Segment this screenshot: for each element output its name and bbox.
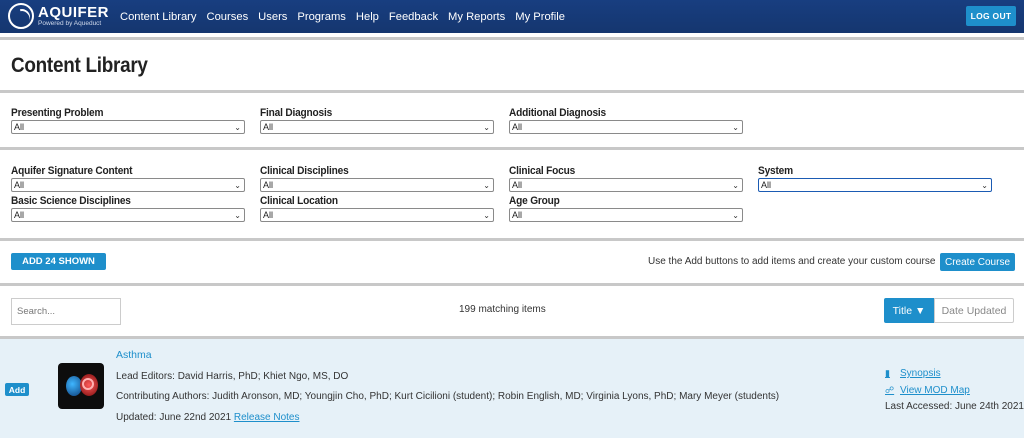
nav-help[interactable]: Help — [356, 11, 379, 23]
chevron-down-icon: ⌄ — [732, 211, 739, 220]
chevron-down-icon: ⌄ — [234, 211, 241, 220]
add-all-shown-button[interactable]: ADD 24 SHOWN — [11, 253, 106, 270]
clinical-location-select[interactable]: All ⌄ — [260, 208, 494, 222]
filter-label: System — [758, 165, 793, 177]
nav-links: Content Library Courses Users Programs H… — [120, 0, 575, 33]
sort-date-button[interactable]: Date Updated — [934, 298, 1014, 323]
clinical-disciplines-select[interactable]: All ⌄ — [260, 178, 494, 192]
list-item — [0, 339, 1024, 438]
additional-diagnosis-select[interactable]: All ⌄ — [509, 120, 743, 134]
top-navbar: AQUIFER Powered by Aqueduct Content Libr… — [0, 0, 1024, 33]
filter-basic-science: Basic Science Disciplines All ⌄ — [11, 195, 245, 222]
nav-my-profile[interactable]: My Profile — [515, 11, 565, 23]
nav-programs[interactable]: Programs — [297, 11, 346, 23]
chevron-down-icon: ⌄ — [483, 181, 490, 190]
divider — [0, 238, 1024, 241]
lead-editors: Lead Editors: David Harris, PhD; Khiet N… — [116, 371, 349, 382]
filter-label: Clinical Disciplines — [260, 165, 349, 177]
aquifer-logo[interactable]: AQUIFER Powered by Aqueduct — [8, 3, 109, 29]
updated-date: Updated: June 22nd 2021 — [116, 412, 232, 423]
chevron-down-icon: ⌄ — [234, 123, 241, 132]
mod-map-row: ☍ View MOD Map — [885, 385, 970, 396]
chevron-down-icon: ⌄ — [732, 123, 739, 132]
filter-clinical-disciplines: Clinical Disciplines All ⌄ — [260, 165, 494, 192]
nav-feedback[interactable]: Feedback — [389, 11, 438, 23]
filter-final-diagnosis: Final Diagnosis All ⌄ — [260, 107, 494, 134]
add-hint-text: Use the Add buttons to add items and cre… — [648, 256, 936, 267]
filter-additional-diagnosis: Additional Diagnosis All ⌄ — [509, 107, 743, 134]
add-item-button[interactable]: Add — [5, 383, 29, 396]
matching-count: 199 matching items — [459, 304, 546, 315]
filter-system: System All ⌄ — [758, 165, 992, 192]
divider — [0, 37, 1024, 40]
final-diagnosis-select[interactable]: All ⌄ — [260, 120, 494, 134]
filter-label: Age Group — [509, 195, 560, 207]
nav-content-library[interactable]: Content Library — [120, 11, 197, 23]
age-group-select[interactable]: All ⌄ — [509, 208, 743, 222]
filter-label: Presenting Problem — [11, 107, 104, 119]
basic-science-select[interactable]: All ⌄ — [11, 208, 245, 222]
logo-subtitle: Powered by Aqueduct — [38, 19, 102, 27]
nav-users[interactable]: Users — [258, 11, 287, 23]
chevron-down-icon: ⌄ — [483, 211, 490, 220]
divider — [0, 283, 1024, 286]
updated-line: Updated: June 22nd 2021 Release Notes — [116, 412, 299, 423]
item-thumbnail — [58, 363, 104, 409]
chevron-down-icon: ⌄ — [732, 181, 739, 190]
filter-age-group: Age Group All ⌄ — [509, 195, 743, 222]
filter-clinical-focus: Clinical Focus All ⌄ — [509, 165, 743, 192]
divider — [0, 147, 1024, 150]
clinical-focus-select[interactable]: All ⌄ — [509, 178, 743, 192]
chevron-down-icon: ⌄ — [981, 181, 988, 190]
chevron-down-icon: ⌄ — [483, 123, 490, 132]
create-course-button[interactable]: Create Course — [940, 253, 1015, 271]
chevron-down-icon: ⌄ — [234, 181, 241, 190]
divider — [0, 90, 1024, 93]
sort-title-button[interactable]: Title ▼ — [884, 298, 934, 323]
synopsis-link[interactable]: ▮ Synopsis — [885, 368, 941, 379]
filter-clinical-location: Clinical Location All ⌄ — [260, 195, 494, 222]
filter-presenting-problem: Presenting Problem All ⌄ — [11, 107, 245, 134]
filter-label: Final Diagnosis — [260, 107, 333, 119]
system-select[interactable]: All ⌄ — [758, 178, 992, 192]
nav-my-reports[interactable]: My Reports — [448, 11, 505, 23]
sitemap-icon: ☍ — [885, 385, 895, 395]
item-title-link[interactable]: Asthma — [116, 349, 152, 361]
synopsis-row: ▮ Synopsis — [885, 368, 941, 379]
filter-label: Clinical Location — [260, 195, 338, 207]
nav-courses[interactable]: Courses — [207, 11, 249, 23]
filter-label: Aquifer Signature Content — [11, 165, 133, 177]
logo-name: AQUIFER — [38, 3, 109, 21]
clipboard-icon: ▮ — [885, 368, 890, 378]
last-accessed: Last Accessed: June 24th 2021 — [885, 401, 1024, 412]
release-notes-link[interactable]: Release Notes — [234, 412, 300, 423]
signature-content-select[interactable]: All ⌄ — [11, 178, 245, 192]
logo-icon — [8, 3, 34, 29]
search-input[interactable] — [11, 298, 121, 325]
mod-map-link[interactable]: ☍ View MOD Map — [885, 385, 970, 396]
filter-signature-content: Aquifer Signature Content All ⌄ — [11, 165, 245, 192]
presenting-problem-select[interactable]: All ⌄ — [11, 120, 245, 134]
contributing-authors: Contributing Authors: Judith Aronson, MD… — [116, 391, 780, 402]
filter-label: Basic Science Disciplines — [11, 195, 131, 207]
filter-label: Additional Diagnosis — [509, 107, 606, 119]
filter-label: Clinical Focus — [509, 165, 576, 177]
logout-button[interactable]: LOG OUT — [966, 6, 1016, 26]
page-title: Content Library — [11, 54, 148, 77]
